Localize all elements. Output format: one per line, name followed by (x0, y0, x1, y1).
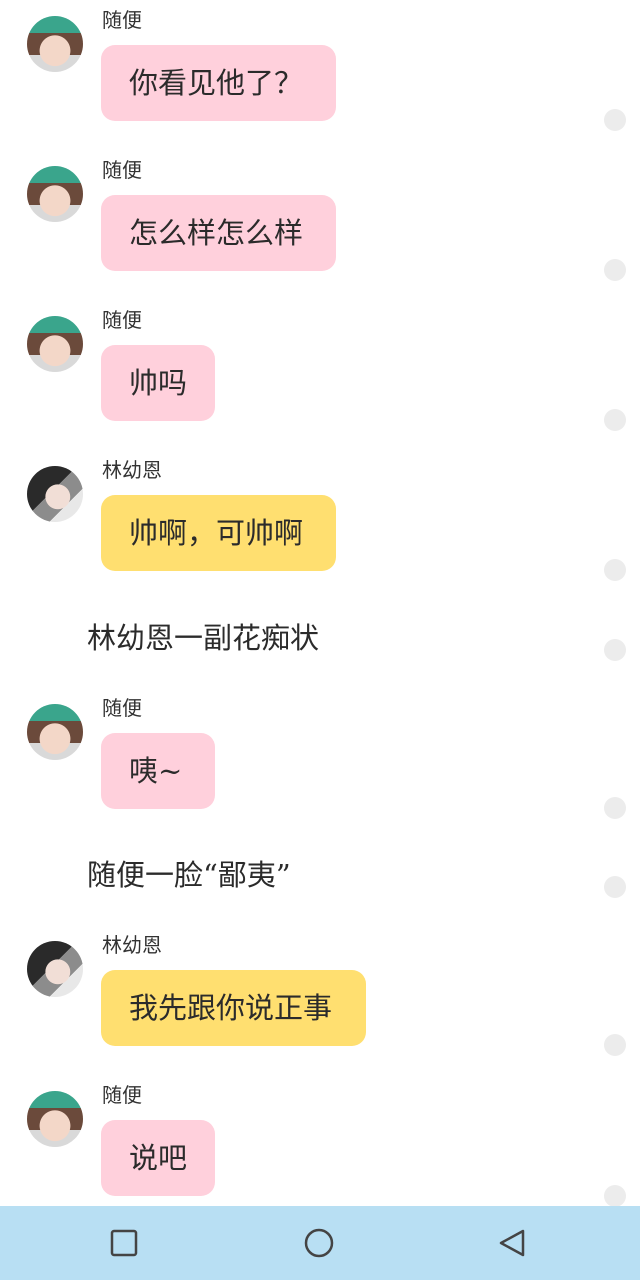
chat-message: 随便 你看见他了？ (0, 0, 640, 140)
sender-name: 随便 (102, 8, 142, 32)
avatar-suibian[interactable] (27, 166, 83, 222)
select-dot[interactable] (604, 1185, 626, 1207)
recent-apps-button[interactable] (109, 1228, 139, 1258)
chat-message: 随便 帅吗 (0, 300, 640, 440)
back-triangle-icon (499, 1229, 525, 1257)
select-dot[interactable] (604, 259, 626, 281)
chat-message: 林幼恩 我先跟你说正事 (0, 925, 640, 1065)
select-dot[interactable] (604, 559, 626, 581)
avatar-suibian[interactable] (27, 16, 83, 72)
sender-name: 随便 (102, 308, 142, 332)
recent-apps-square-icon (110, 1229, 138, 1257)
avatar-linyouen[interactable] (27, 466, 83, 522)
select-dot[interactable] (604, 1034, 626, 1056)
sender-name: 随便 (102, 696, 142, 720)
sender-name: 林幼恩 (102, 458, 162, 482)
narration-text: 随便一脸“鄙夷” (87, 858, 291, 892)
avatar-suibian[interactable] (27, 704, 83, 760)
select-dot[interactable] (604, 409, 626, 431)
sender-name: 随便 (102, 158, 142, 182)
sender-name: 随便 (102, 1083, 142, 1107)
narration-text: 林幼恩一副花痴状 (87, 621, 320, 655)
message-bubble[interactable]: 你看见他了？ (101, 45, 336, 121)
back-button[interactable] (497, 1228, 527, 1258)
home-button[interactable] (304, 1228, 334, 1258)
select-dot[interactable] (604, 876, 626, 898)
sender-name: 林幼恩 (102, 933, 162, 957)
avatar-linyouen[interactable] (27, 941, 83, 997)
chat-message: 林幼恩 帅啊，可帅啊 (0, 450, 640, 590)
avatar-suibian[interactable] (27, 1091, 83, 1147)
chat-message: 随便 怎么样怎么样 (0, 150, 640, 290)
message-bubble[interactable]: 我先跟你说正事 (101, 970, 366, 1046)
message-bubble[interactable]: 帅吗 (101, 345, 215, 421)
chat-message: 随便 咦~ (0, 688, 640, 828)
message-bubble[interactable]: 帅啊，可帅啊 (101, 495, 336, 571)
message-bubble[interactable]: 怎么样怎么样 (101, 195, 336, 271)
select-dot[interactable] (604, 639, 626, 661)
message-bubble[interactable]: 说吧 (101, 1120, 215, 1196)
system-navigation-bar (0, 1206, 640, 1280)
avatar-suibian[interactable] (27, 316, 83, 372)
home-circle-icon (304, 1228, 334, 1258)
chat-message: 随便 说吧 (0, 1075, 640, 1207)
select-dot[interactable] (604, 109, 626, 131)
select-dot[interactable] (604, 797, 626, 819)
message-bubble[interactable]: 咦~ (101, 733, 215, 809)
